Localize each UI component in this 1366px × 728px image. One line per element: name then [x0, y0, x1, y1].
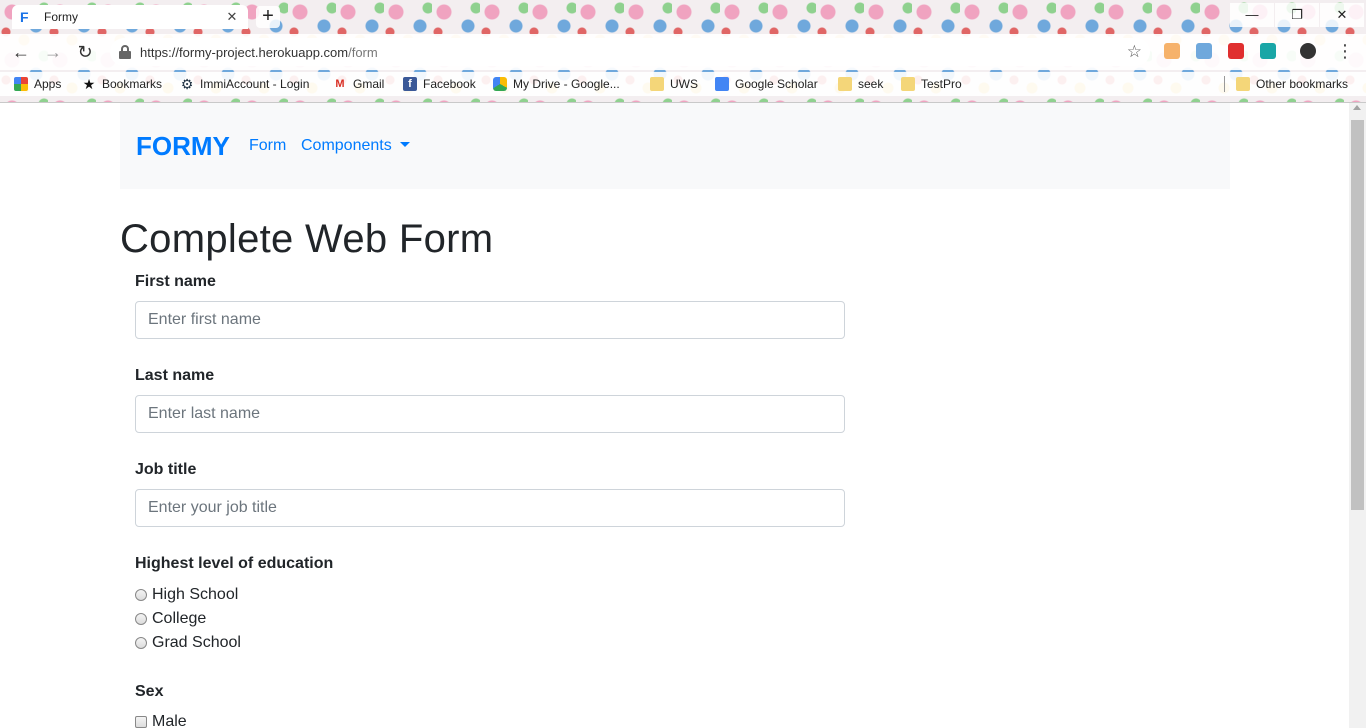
radio-label: High School: [152, 586, 239, 603]
folder-icon: [901, 77, 915, 91]
tab-title: Formy: [44, 10, 78, 24]
close-tab-icon[interactable]: ✕: [224, 9, 240, 25]
bookmark-label: Facebook: [423, 77, 476, 91]
bookmark-label: TestPro: [921, 77, 962, 91]
bookmark-my-drive[interactable]: My Drive - Google...: [493, 75, 620, 93]
radio-grad-school[interactable]: Grad School: [135, 634, 241, 652]
drive-icon: [493, 77, 507, 91]
radio-high-school[interactable]: High School: [135, 586, 238, 604]
bookmark-label: seek: [858, 77, 884, 91]
apps-grid-icon: [14, 77, 28, 91]
bookmark-label: UWS: [670, 77, 698, 91]
bookmark-label: My Drive - Google...: [513, 77, 620, 91]
gear-icon: ⚙: [180, 76, 194, 92]
bookmark-label: Google Scholar: [735, 77, 818, 91]
navbar: FORMY Form Components: [120, 103, 1230, 189]
back-icon[interactable]: ←: [10, 41, 32, 63]
folder-icon: [650, 77, 664, 91]
last-name-input[interactable]: [135, 395, 845, 433]
bookmark-other[interactable]: Other bookmarks: [1236, 75, 1348, 93]
extension-icon[interactable]: [1164, 43, 1180, 59]
bookmark-label: Other bookmarks: [1256, 77, 1349, 91]
minimize-window-button[interactable]: —: [1230, 3, 1274, 27]
scroll-up-arrow-icon[interactable]: [1353, 105, 1361, 110]
forward-icon[interactable]: →: [42, 41, 64, 63]
facebook-icon: f: [403, 77, 417, 91]
radio-button[interactable]: [135, 613, 147, 625]
radio-button[interactable]: [135, 589, 147, 601]
browser-chrome: F Formy ✕ + — ❐ ✕ ← → ↻ https://formy-pr…: [0, 0, 1366, 103]
page-content: FORMY Form Components Complete Web Form …: [0, 103, 1366, 728]
browser-toolbar: ← → ↻ https://formy-project.herokuapp.co…: [0, 34, 1366, 70]
radio-label: Grad School: [152, 634, 241, 651]
folder-icon: [838, 77, 852, 91]
bookmark-label: ImmiAccount - Login: [200, 77, 310, 91]
url-host: https://formy-project.herokuapp.com: [140, 44, 349, 60]
url-path: /form: [348, 44, 378, 60]
nav-link-form[interactable]: Form: [249, 137, 286, 155]
bookmarks-separator: [1224, 76, 1225, 92]
radio-button[interactable]: [135, 637, 147, 649]
bookmark-seek[interactable]: seek: [838, 75, 883, 93]
scholar-icon: [715, 77, 729, 91]
vertical-scrollbar[interactable]: [1349, 103, 1366, 728]
gmail-icon: M: [335, 78, 345, 90]
job-title-input[interactable]: [135, 489, 845, 527]
bookmark-label: Bookmarks: [102, 77, 163, 91]
reload-icon[interactable]: ↻: [74, 41, 96, 63]
checkbox[interactable]: [135, 716, 147, 728]
bookmark-gmail[interactable]: M Gmail: [333, 75, 384, 93]
star-icon: ★: [82, 76, 96, 92]
formy-favicon-icon: F: [20, 9, 29, 25]
bookmark-immiaccount[interactable]: ⚙ ImmiAccount - Login: [180, 75, 310, 93]
first-name-label: First name: [135, 273, 216, 290]
extension-icon[interactable]: [1196, 43, 1212, 59]
browser-menu-icon[interactable]: ⋮: [1336, 41, 1354, 62]
education-label: Highest level of education: [135, 555, 334, 572]
job-title-label: Job title: [135, 461, 197, 478]
new-tab-button[interactable]: +: [256, 6, 280, 28]
lock-icon: [118, 45, 132, 59]
nav-link-components[interactable]: Components: [301, 137, 410, 155]
brand-logo[interactable]: FORMY: [136, 131, 230, 162]
address-bar[interactable]: https://formy-project.herokuapp.com/form…: [110, 38, 1150, 66]
first-name-input[interactable]: [135, 301, 845, 339]
bookmark-uws[interactable]: UWS: [650, 75, 698, 93]
extension-icon[interactable]: [1260, 43, 1276, 59]
folder-icon: [1236, 77, 1250, 91]
checkbox-label: Male: [152, 713, 187, 728]
radio-college[interactable]: College: [135, 610, 206, 628]
bookmark-star-icon[interactable]: ☆: [1127, 42, 1142, 62]
last-name-label: Last name: [135, 367, 215, 384]
radio-label: College: [152, 610, 207, 627]
components-label: Components: [301, 137, 392, 154]
bookmark-bookmarks[interactable]: ★ Bookmarks: [82, 75, 162, 93]
profile-avatar[interactable]: [1300, 43, 1316, 59]
browser-tab[interactable]: F Formy ✕: [12, 5, 248, 29]
bookmark-google-scholar[interactable]: Google Scholar: [715, 75, 818, 93]
sex-label: Sex: [135, 683, 164, 700]
restore-window-button[interactable]: ❐: [1275, 3, 1319, 27]
checkbox-male[interactable]: Male: [135, 713, 187, 728]
bookmark-label: Gmail: [353, 77, 385, 91]
bookmark-apps[interactable]: Apps: [14, 75, 61, 93]
extension-icon[interactable]: [1228, 43, 1244, 59]
chevron-down-icon: [399, 142, 410, 147]
bookmark-testpro[interactable]: TestPro: [901, 75, 962, 93]
bookmark-facebook[interactable]: f Facebook: [403, 75, 476, 93]
bookmarks-bar: Apps ★ Bookmarks ⚙ ImmiAccount - Login M…: [0, 72, 1366, 96]
bookmark-label: Apps: [34, 77, 62, 91]
page-title: Complete Web Form: [120, 217, 494, 261]
close-window-button[interactable]: ✕: [1320, 3, 1364, 27]
scrollbar-thumb[interactable]: [1351, 120, 1364, 510]
